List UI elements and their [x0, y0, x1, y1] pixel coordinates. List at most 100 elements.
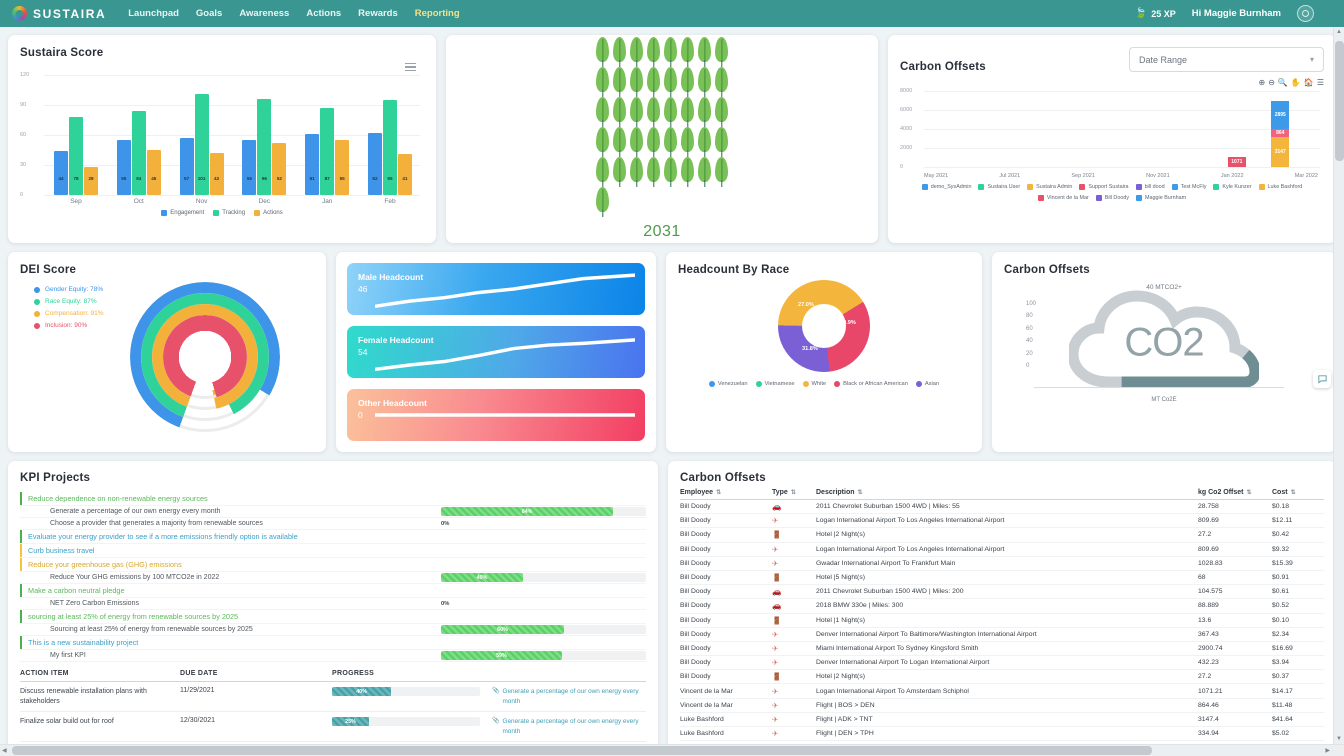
legend-item[interactable]: Venezuelan — [709, 381, 748, 387]
stacked-bar[interactable]: 1071 — [1228, 157, 1246, 167]
scroll-left-icon[interactable]: ◀ — [2, 747, 7, 754]
legend-item[interactable]: Actions — [254, 210, 283, 216]
table-header-employee[interactable]: Employee⇅ — [680, 489, 772, 500]
zoom-out-icon[interactable]: ⊖ — [1268, 79, 1275, 87]
kpi-task-row[interactable]: Choose a provider that generates a major… — [20, 518, 646, 530]
bar-tracking[interactable]: 95 — [383, 100, 397, 195]
stack-segment[interactable]: 864 — [1271, 129, 1289, 137]
stack-segment[interactable]: 2895 — [1271, 101, 1289, 129]
chart-menu-icon[interactable] — [405, 63, 416, 73]
bar-tracking[interactable]: 96 — [257, 99, 271, 195]
bar-actions[interactable]: 52 — [272, 143, 286, 195]
legend-item[interactable]: Bill Doody — [1096, 195, 1129, 201]
horizontal-scrollbar[interactable]: ◀ ▶ — [0, 744, 1344, 756]
table-row[interactable]: Luke Bashford✈Flight | ADK > TNT3147.4$4… — [680, 712, 1324, 726]
table-row[interactable]: Bill Doody🚪Hotel |1 Night(s)13.6$0.10 — [680, 613, 1324, 627]
sort-icon[interactable]: ⇅ — [1291, 490, 1296, 496]
reset-icon[interactable]: 🏠 — [1304, 79, 1314, 87]
sort-icon[interactable]: ⇅ — [1247, 490, 1252, 496]
table-row[interactable]: Bill Doody🚗2011 Chevrolet Suburban 1500 … — [680, 500, 1324, 514]
legend-item[interactable]: demo_SysAdmin — [922, 184, 972, 190]
scroll-down-icon[interactable]: ▼ — [1336, 736, 1342, 742]
legend-item[interactable]: Maggie Burnham — [1136, 195, 1186, 201]
bar-tracking[interactable]: 87 — [320, 108, 334, 195]
kpi-task-row[interactable]: Generate a percentage of our own energy … — [20, 506, 646, 518]
bar-tracking[interactable]: 78 — [69, 117, 83, 195]
legend-item[interactable]: Asian — [916, 381, 939, 387]
legend-item[interactable]: Vietnamese — [756, 381, 795, 387]
kpi-project-row[interactable]: This is a new sustainability project — [20, 636, 646, 650]
kpi-task-row[interactable]: My first KPI59% — [20, 650, 646, 662]
bar-actions[interactable]: 55 — [335, 140, 349, 195]
scroll-up-icon[interactable]: ▲ — [1336, 29, 1342, 35]
table-row[interactable]: Bill Doody✈Denver International Airport … — [680, 627, 1324, 641]
stack-segment[interactable]: 1071 — [1228, 157, 1246, 167]
table-header-type[interactable]: Type⇅ — [772, 489, 816, 500]
table-header-kg-co2-offset[interactable]: kg Co2 Offset⇅ — [1198, 489, 1272, 500]
table-row[interactable]: Bill Doody🚗2018 BMW 330e | Miles: 30088.… — [680, 599, 1324, 613]
bar-tracking[interactable]: 84 — [132, 111, 146, 195]
table-row[interactable]: Luke Bashford✈Flight | DEN > TPH334.94$5… — [680, 727, 1324, 741]
legend-item[interactable]: Support Sustaira — [1079, 184, 1128, 190]
table-row[interactable]: Bill Doody✈Denver International Airport … — [680, 656, 1324, 670]
legend-item[interactable]: bill dood — [1136, 184, 1165, 190]
action-item-row[interactable]: Discuss renewable installation plans wit… — [20, 682, 646, 712]
date-range-select[interactable]: Date Range ▾ — [1129, 47, 1324, 72]
stack-segment[interactable]: 3147 — [1271, 137, 1289, 167]
scroll-right-icon[interactable]: ▶ — [1325, 747, 1330, 754]
bar-engagement[interactable]: 61 — [305, 134, 319, 195]
sort-icon[interactable]: ⇅ — [716, 490, 721, 496]
nav-link-goals[interactable]: Goals — [196, 8, 222, 19]
stacked-bar[interactable]: 28958643147 — [1271, 101, 1289, 167]
legend-item[interactable]: Luke Bashford — [1259, 184, 1303, 190]
table-row[interactable]: Bill Doody🚗2011 Chevrolet Suburban 1500 … — [680, 585, 1324, 599]
action-item-note[interactable]: 📎Generate a percentage of our own energy… — [492, 717, 646, 736]
sort-icon[interactable]: ⇅ — [791, 490, 796, 496]
legend-item[interactable]: Tracking — [213, 210, 245, 216]
table-row[interactable]: Bill Doody✈Miami International Airport T… — [680, 641, 1324, 655]
bar-actions[interactable]: 45 — [147, 150, 161, 195]
nav-link-awareness[interactable]: Awareness — [239, 8, 289, 19]
kpi-task-row[interactable]: NET Zero Carbon Emissions0% — [20, 598, 646, 610]
menu-icon[interactable]: ☰ — [1317, 79, 1324, 87]
table-row[interactable]: Bill Doody🚪Hotel |2 Night(s)27.2$0.42 — [680, 528, 1324, 542]
table-row[interactable]: Bill Doody✈Logan International Airport T… — [680, 514, 1324, 528]
table-header-description[interactable]: Description⇅ — [816, 489, 1198, 500]
legend-item[interactable]: Engagement — [161, 210, 204, 216]
table-row[interactable]: Bill Doody🚪Hotel |5 Night(s)68$0.91 — [680, 570, 1324, 584]
bar-engagement[interactable]: 55 — [242, 140, 256, 195]
bar-engagement[interactable]: 44 — [54, 151, 68, 195]
table-row[interactable]: Bill Doody✈Gwadar International Airport … — [680, 556, 1324, 570]
bar-engagement[interactable]: 55 — [117, 140, 131, 195]
nav-link-rewards[interactable]: Rewards — [358, 8, 398, 19]
kpi-task-row[interactable]: Reduce Your GHG emissions by 100 MTCO2e … — [20, 572, 646, 584]
bar-tracking[interactable]: 101 — [195, 94, 209, 195]
table-row[interactable]: Vincent de la Mar✈Logan International Ai… — [680, 684, 1324, 698]
nav-link-launchpad[interactable]: Launchpad — [128, 8, 179, 19]
sort-icon[interactable]: ⇅ — [858, 490, 863, 496]
kpi-task-row[interactable]: Sourcing at least 25% of energy from ren… — [20, 624, 646, 636]
action-item-note[interactable]: 📎Generate a percentage of our own energy… — [492, 687, 646, 706]
table-row[interactable]: Vincent de la Mar✈Flight | BOS > DEN864.… — [680, 698, 1324, 712]
brand-logo[interactable]: SUSTAIRA — [12, 6, 106, 21]
table-header-cost[interactable]: Cost⇅ — [1272, 489, 1324, 500]
bar-actions[interactable]: 41 — [398, 154, 412, 195]
vertical-scroll-thumb[interactable] — [1335, 41, 1344, 161]
legend-item[interactable]: Test McFly — [1172, 184, 1207, 190]
legend-item[interactable]: Sustaira Admin — [1027, 184, 1072, 190]
bar-engagement[interactable]: 62 — [368, 133, 382, 195]
action-item-row[interactable]: Finalize solar build out for roof12/30/2… — [20, 712, 646, 741]
horizontal-scroll-thumb[interactable] — [12, 746, 1152, 755]
legend-item[interactable]: Vincent de la Mar — [1038, 195, 1089, 201]
kpi-project-row[interactable]: Reduce dependence on non-renewable energ… — [20, 492, 646, 506]
table-row[interactable]: Bill Doody✈Logan International Airport T… — [680, 542, 1324, 556]
dei-ring-arc[interactable] — [163, 315, 247, 399]
nav-link-actions[interactable]: Actions — [306, 8, 341, 19]
pan-icon[interactable]: ✋ — [1291, 79, 1301, 87]
legend-item[interactable]: Sustaira User — [978, 184, 1020, 190]
kpi-project-row[interactable]: Make a carbon neutral pledge — [20, 584, 646, 598]
chat-support-button[interactable] — [1313, 370, 1331, 388]
bar-engagement[interactable]: 57 — [180, 138, 194, 195]
selection-zoom-icon[interactable]: 🔍 — [1278, 79, 1288, 87]
bar-actions[interactable]: 42 — [210, 153, 224, 195]
